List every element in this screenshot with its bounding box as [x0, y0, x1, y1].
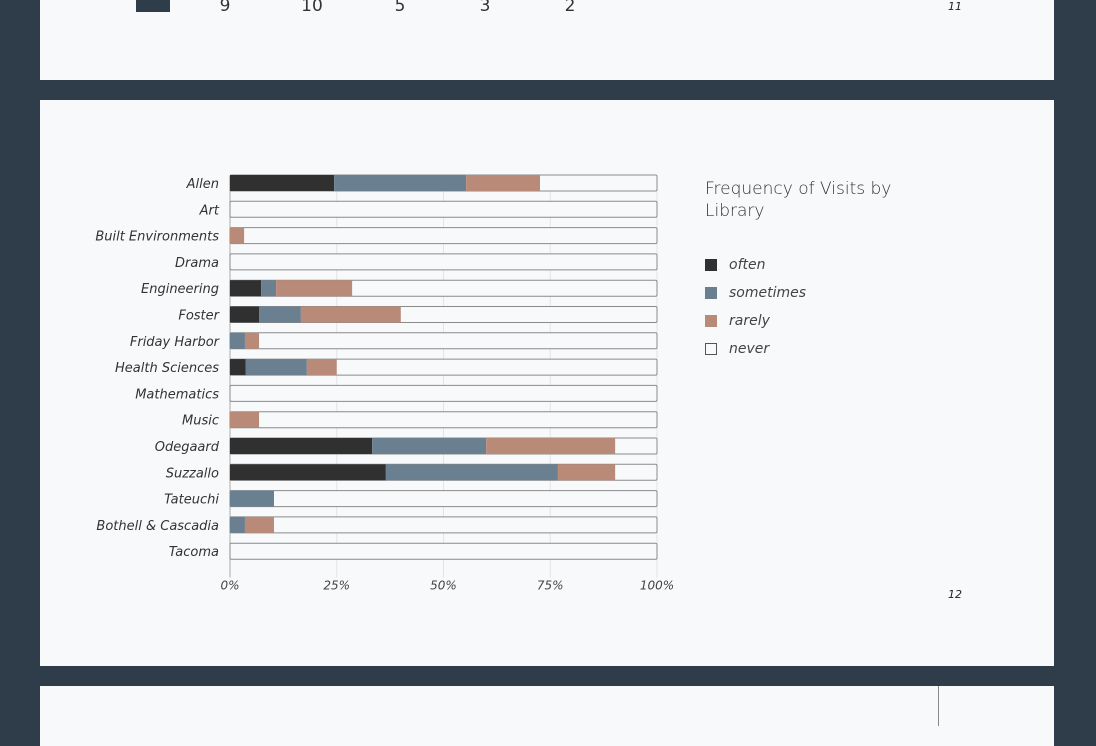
bar-segment-sometimes	[230, 490, 274, 507]
bar-segment-sometimes	[261, 280, 277, 297]
x-tick-label: 75%	[537, 579, 564, 593]
bar-segment-rarely	[306, 359, 337, 376]
previous-value: 9	[219, 0, 231, 16]
legend-label: never	[729, 341, 770, 357]
bar-segment-often	[230, 464, 386, 481]
bar-outline	[229, 227, 658, 245]
previous-value: 5	[394, 0, 406, 16]
y-category-label: Built Environments	[95, 230, 219, 245]
divider-line	[938, 686, 939, 726]
chart-page: Allen Art Built Environments Drama Engineeri…	[40, 100, 1054, 666]
previous-value: 2	[564, 0, 576, 16]
y-category-label: Foster	[178, 309, 220, 324]
previous-value: 3	[479, 0, 491, 16]
x-tick-label: 100%	[640, 579, 674, 593]
legend-item-often: often	[705, 255, 765, 275]
bar-segment-often	[230, 438, 373, 454]
bar-segment-rarely	[276, 280, 353, 297]
bar-outline	[229, 384, 658, 402]
y-category-label: Tacoma	[169, 545, 219, 560]
legend-label: sometimes	[729, 285, 807, 301]
bar-segment-sometimes	[385, 464, 558, 481]
legend-item-never: never	[705, 339, 769, 359]
x-tick-label: 50%	[430, 579, 457, 593]
previous-value: 10	[301, 0, 323, 16]
legend-label: often	[729, 257, 766, 273]
y-category-label: Mathematics	[135, 387, 219, 402]
y-category-label: Friday Harbor	[130, 335, 221, 350]
bar-segment-often	[230, 175, 335, 191]
y-category-label: Odegaard	[155, 440, 220, 455]
legend-swatch	[705, 315, 717, 327]
bar-outline	[229, 411, 658, 429]
legend-label: rarely	[729, 313, 770, 329]
page-number: 12	[948, 588, 962, 601]
bar-segment-rarely	[230, 411, 260, 428]
previous-legend-swatch	[136, 0, 170, 12]
y-category-label: Music	[182, 414, 219, 429]
legend-swatch	[705, 259, 717, 271]
bar-segment-sometimes	[230, 332, 245, 349]
next-page	[40, 686, 1054, 746]
bar-outline	[229, 253, 658, 271]
bar-segment-rarely	[244, 516, 274, 533]
legend-swatch	[705, 287, 717, 299]
bar-segment-sometimes	[334, 175, 467, 191]
x-tick-label: 0%	[220, 579, 239, 593]
bar-segment-often	[230, 280, 262, 297]
legend-item-sometimes: sometimes	[705, 283, 806, 303]
y-category-label: Suzzallo	[166, 466, 219, 481]
y-category-label: Health Sciences	[115, 361, 219, 376]
legend-item-rarely: rarely	[705, 311, 770, 331]
bar-outline	[229, 332, 658, 350]
bar-segment-rarely	[466, 175, 541, 191]
bar-outline	[229, 490, 658, 508]
chart-title: Frequency of Visits by Library	[705, 179, 892, 221]
bar-segment-sometimes	[372, 438, 487, 454]
y-category-label: Art	[199, 203, 220, 218]
x-tick-label: 25%	[323, 579, 350, 593]
bar-segment-often	[230, 306, 260, 323]
bar-segment-rarely	[486, 438, 616, 454]
bar-segment-rarely	[244, 332, 260, 349]
bar-segment-sometimes	[259, 306, 301, 323]
bar-segment-often	[230, 359, 246, 376]
bar-segment-sometimes	[245, 359, 307, 376]
bar-segment-rarely	[230, 227, 245, 244]
bar-outline	[229, 542, 658, 560]
y-category-label: Allen	[186, 177, 219, 192]
page-number: 11	[948, 0, 962, 13]
bar-segment-rarely	[300, 306, 401, 323]
bar-segment-sometimes	[230, 516, 245, 533]
bar-segment-rarely	[557, 464, 616, 481]
bar-outline	[229, 200, 658, 218]
bar-outline	[229, 516, 658, 534]
y-category-label: Drama	[175, 256, 219, 271]
y-category-label: Bothell & Cascadia	[96, 519, 219, 534]
y-category-label: Engineering	[141, 282, 219, 297]
legend-swatch	[705, 343, 717, 355]
y-category-label: Tateuchi	[164, 493, 219, 508]
previous-page: 9 10 5 3 2 11	[40, 0, 1054, 80]
